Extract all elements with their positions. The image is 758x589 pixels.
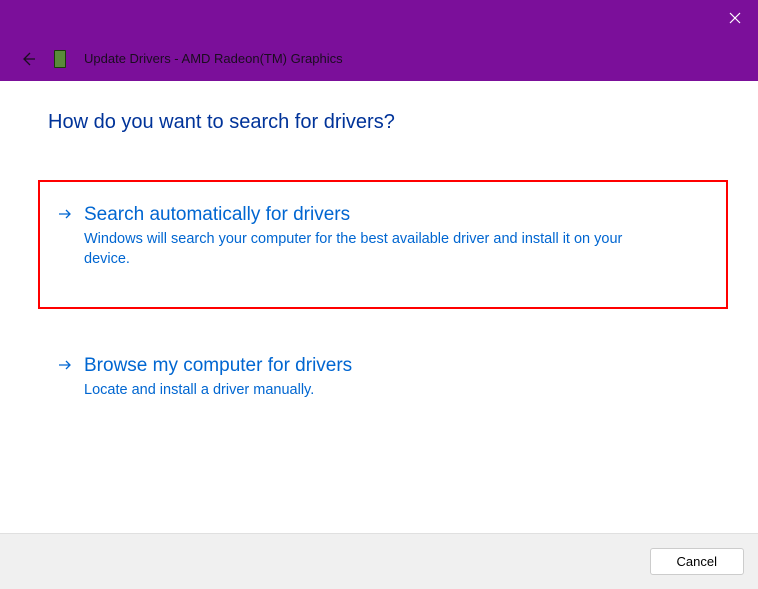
arrow-right-icon — [58, 207, 72, 226]
back-button[interactable] — [20, 51, 36, 67]
content-area: How do you want to search for drivers? S… — [0, 81, 758, 533]
option-desc: Windows will search your computer for th… — [84, 230, 644, 269]
option-title: Browse my computer for drivers — [84, 355, 644, 377]
arrow-right-icon — [58, 358, 72, 377]
close-button[interactable] — [712, 0, 758, 36]
titlebar — [0, 0, 758, 36]
cancel-button[interactable]: Cancel — [650, 548, 744, 575]
page-heading: How do you want to search for drivers? — [48, 111, 710, 134]
arrow-left-icon — [20, 51, 36, 67]
option-desc: Locate and install a driver manually. — [84, 381, 644, 401]
option-search-automatically[interactable]: Search automatically for drivers Windows… — [38, 180, 728, 309]
option-text: Browse my computer for drivers Locate an… — [84, 355, 644, 401]
option-browse-computer[interactable]: Browse my computer for drivers Locate an… — [48, 333, 710, 427]
device-icon — [54, 50, 66, 68]
option-title: Search automatically for drivers — [84, 204, 644, 226]
close-icon — [729, 12, 741, 24]
option-text: Search automatically for drivers Windows… — [84, 204, 644, 269]
header: Update Drivers - AMD Radeon(TM) Graphics — [0, 36, 758, 81]
header-title: Update Drivers - AMD Radeon(TM) Graphics — [84, 51, 343, 66]
footer: Cancel — [0, 533, 758, 589]
